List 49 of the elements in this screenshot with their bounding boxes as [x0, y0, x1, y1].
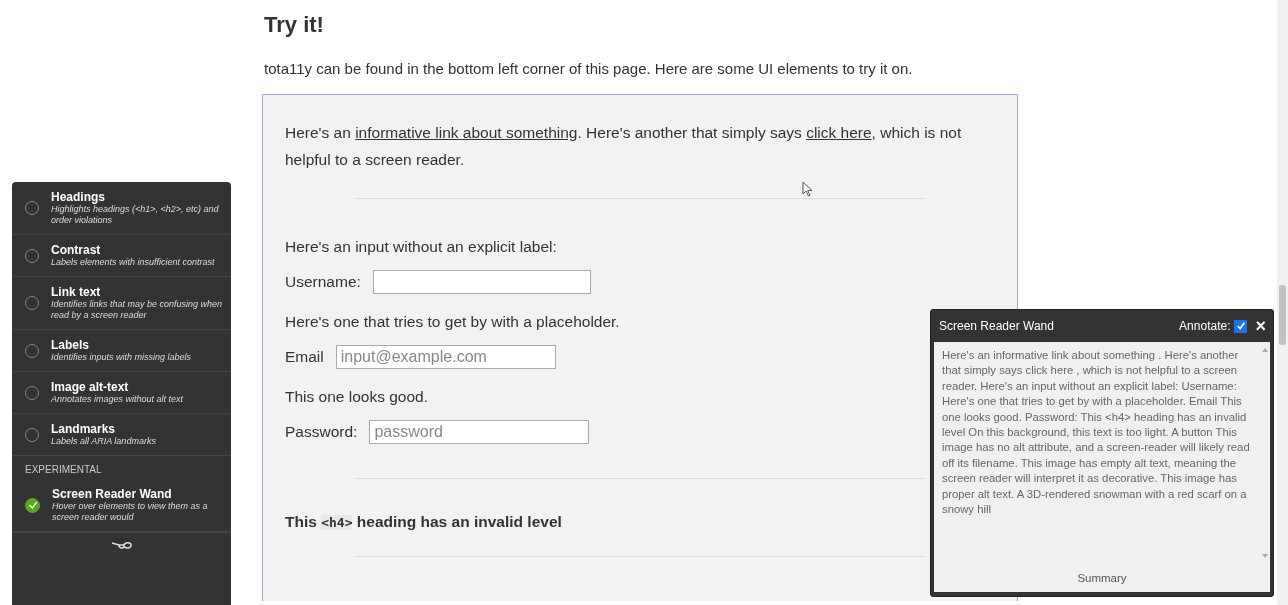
scroll-down-icon[interactable]	[1262, 554, 1268, 558]
annotate-checkbox[interactable]	[1234, 319, 1248, 333]
instruction-text: Here's one that tries to get by with a placeholder.	[285, 312, 620, 332]
plugin-description: Labels all ARIA landmarks	[51, 436, 156, 447]
plugin-title: Link text	[51, 285, 102, 299]
field-label: Email	[285, 348, 324, 366]
radio-button[interactable]	[25, 497, 40, 513]
plugin-item[interactable]: Landmarks Labels all ARIA landmarks	[12, 414, 231, 456]
plugin-title: Screen Reader Wand	[52, 487, 173, 501]
plugin-title: Headings	[51, 190, 106, 204]
close-button[interactable]: ×	[1247, 317, 1270, 335]
plugin-description: Identifies links that may be confusing when read by a screen reader	[51, 299, 223, 321]
instruction-text: This one looks good.	[285, 387, 429, 407]
email-field[interactable]: input@example.com	[335, 345, 556, 369]
field-label: Username:	[285, 273, 361, 291]
plugin-item[interactable]: Labels Identifies inputs with missing labels	[12, 330, 231, 372]
plugin-description: Annotates images without alt text	[51, 394, 184, 405]
username-field[interactable]	[372, 270, 591, 294]
plugin-description: Labels elements with insufficient contrast	[51, 257, 215, 268]
panel-title: Screen Reader Wand	[939, 319, 1055, 333]
mouse-cursor-icon	[802, 181, 813, 197]
scroll-up-icon[interactable]	[1262, 348, 1268, 352]
glasses-icon[interactable]	[110, 541, 133, 551]
checkmark-icon	[27, 500, 38, 510]
plugin-description: Highlights headings (<h1>, <h2>, etc) and order violations	[51, 204, 220, 226]
plugin-description: Hover over elements to view them as a screen reader would	[52, 501, 209, 523]
password-field[interactable]: password	[369, 420, 590, 444]
transcript-text: Here's an informative link about something . Here's another that simply says click here , which is not helpful to a screen reader. Here's an input without an explicit label: Username: Here's one that tries to get by with a placeholder. Email This one looks good. Password: This <h4> heading has an invalid level On this background, this text is too light. A button This image has no alt attribute, and a screen-reader will likely read off its filename. This image has empty alt text, meaning the screen reader will interpret it as decorative. This image has proper alt text. A 3D-rendered snowman with a red scarf on a snowy hill	[941, 348, 1251, 518]
checkmark-icon	[1236, 321, 1246, 331]
link[interactable]: click here	[806, 124, 872, 141]
annotate-label: Annotate:	[1179, 319, 1231, 333]
field-label: Password:	[285, 423, 358, 441]
link[interactable]: informative link about something	[355, 124, 578, 141]
plugin-title: Landmarks	[51, 422, 117, 436]
section-heading: Try it!	[264, 11, 325, 39]
plugin-item[interactable]: Contrast Labels elements with insufficient contrast	[12, 235, 231, 277]
section-label: EXPERIMENTAL	[24, 463, 103, 477]
plugin-title: Image alt-text	[51, 380, 130, 394]
plugin-item[interactable]: Screen Reader Wand Hover over elements to view them as a screen reader would	[12, 479, 231, 532]
plugin-item[interactable]: Headings Highlights headings (<h1>, <h2>, etc) and order violations	[12, 182, 231, 235]
plugin-title: Labels	[51, 338, 90, 352]
plugin-title: Contrast	[51, 243, 102, 257]
instruction-text: Here's an input without an explicit label:	[285, 237, 557, 257]
link-paragraph: Here's an informative link about something. Here's another that simply says click here, which is not helpful to a screen reader.	[285, 123, 963, 170]
plugin-item[interactable]: Link text Identifies links that may be confusing when read by a screen reader	[12, 277, 231, 330]
summary-button[interactable]: Summary	[934, 568, 1270, 592]
plugin-item[interactable]: Image alt-text Annotates images without alt text	[12, 372, 231, 414]
plugin-description: Identifies inputs with missing labels	[51, 352, 192, 363]
intro-text: tota11y can be found in the bottom left corner of this page. Here are some UI elements to try it on.	[264, 60, 914, 77]
